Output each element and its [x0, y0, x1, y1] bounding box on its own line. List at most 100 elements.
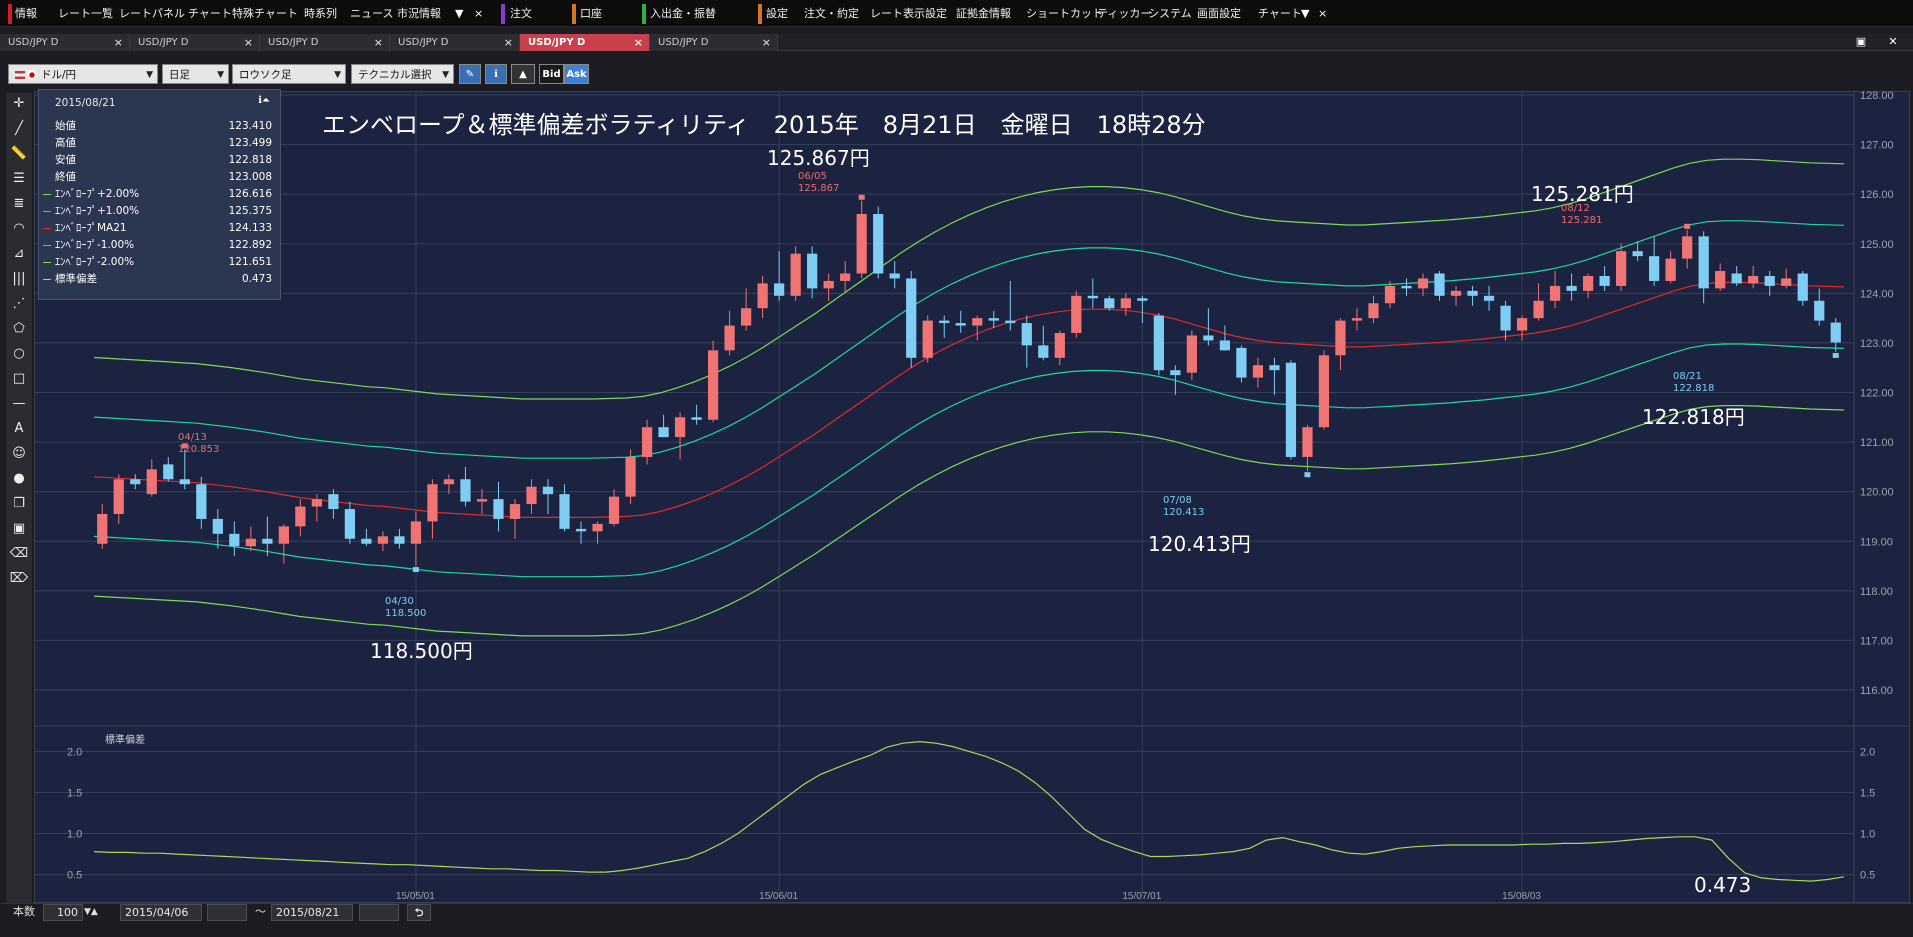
candle-body	[889, 273, 900, 279]
candle-body	[146, 469, 157, 495]
crosshair-icon[interactable]: ✛	[8, 93, 30, 115]
y-tick-label: 120.00	[1860, 487, 1894, 499]
high-marker-0605	[858, 194, 865, 200]
menu-chart-2[interactable]: チャート	[1258, 5, 1302, 23]
last-annotation-0821: 122.818円	[1642, 405, 1745, 429]
fan-icon[interactable]: ◠	[8, 218, 30, 240]
menu-order[interactable]: 注文	[510, 5, 532, 23]
tab-close-icon[interactable]: ×	[634, 34, 643, 51]
vertical-lines-icon[interactable]: |||	[8, 268, 30, 290]
pitchfork-icon[interactable]: ⋰	[8, 293, 30, 315]
menu-ticker[interactable]: ティッカー	[1097, 5, 1151, 23]
menu-margin-info[interactable]: 証拠金情報	[956, 5, 1011, 23]
menu-special-chart[interactable]: 特殊チャート	[232, 5, 298, 23]
menu-market-info[interactable]: 市況情報	[397, 5, 441, 23]
count-stepper-icon[interactable]: ▼▲	[84, 903, 98, 921]
menu-close-icon-2[interactable]: ×	[1318, 5, 1327, 23]
tab-usdjpy-5-active[interactable]: USD/JPY D ×	[520, 34, 650, 51]
bomb-icon[interactable]: ●	[8, 468, 30, 490]
drawing-tools: ✛ ╱ 📏 ☰ ≣ ◠ ⊿ ||| ⋰ ⬠ ○ □ — A ☺ ● ❐ ▣ ⌫ …	[6, 93, 32, 903]
line-icon[interactable]: —	[8, 393, 30, 415]
tab-usdjpy-6[interactable]: USD/JPY D ×	[650, 34, 778, 51]
end-time-field[interactable]	[359, 904, 399, 921]
candle-body	[1186, 335, 1197, 373]
candle-body	[873, 214, 884, 274]
menu-settings[interactable]: 設定	[766, 5, 788, 23]
count-input[interactable]: 100	[43, 904, 83, 921]
menu-chart[interactable]: チャート	[188, 5, 232, 23]
candle-body	[361, 538, 372, 544]
candle-body	[1368, 303, 1379, 319]
pen-icon[interactable]: ✎	[459, 64, 481, 84]
trendline-icon[interactable]: ╱	[8, 118, 30, 140]
chart-style-select[interactable]: ロウソク足 ▼	[232, 64, 346, 84]
info-panel-icons[interactable]: ℹ⏶	[258, 95, 270, 106]
menu-rate-list[interactable]: レート一覧	[58, 5, 113, 23]
candle-body	[1417, 278, 1429, 289]
technical-select[interactable]: テクニカル選択 ▼	[351, 64, 454, 84]
candle-body	[592, 523, 603, 532]
tab-usdjpy-2[interactable]: USD/JPY D ×	[130, 34, 260, 51]
info-row: 終値 123.008	[39, 169, 282, 186]
tab-close-icon[interactable]: ×	[762, 34, 771, 51]
window-close-icon[interactable]: ✕	[1884, 35, 1902, 49]
mountain-chart-icon[interactable]: ▲	[511, 64, 535, 84]
x-tick-label: 15/06/01	[759, 891, 798, 902]
tab-close-icon[interactable]: ×	[504, 34, 513, 51]
menu-order-fill[interactable]: 注文・約定	[804, 5, 859, 23]
text-icon[interactable]: A	[8, 418, 30, 440]
return-icon[interactable]: ⮌	[407, 904, 431, 921]
copy-icon[interactable]: ❐	[8, 493, 30, 515]
candles	[97, 200, 1841, 567]
eraser-all-icon[interactable]: ⌦	[8, 568, 30, 590]
maximize-icon[interactable]: ▣	[1852, 35, 1870, 49]
ruler-icon[interactable]: 📏	[8, 143, 30, 165]
tab-close-icon[interactable]: ×	[114, 34, 123, 51]
menu-info[interactable]: 情報	[15, 5, 37, 23]
info-icon[interactable]: ℹ	[485, 64, 507, 84]
high-annotation-0605: 125.867円	[767, 146, 870, 170]
paste-icon[interactable]: ▣	[8, 518, 30, 540]
bid-button[interactable]: Bid	[539, 64, 564, 84]
tab-close-icon[interactable]: ×	[374, 34, 383, 51]
gann-icon[interactable]: ⊿	[8, 243, 30, 265]
pentagon-icon[interactable]: ⬠	[8, 318, 30, 340]
info-row: ｴﾝﾍﾞﾛｰﾌﾟMA21 124.133	[39, 220, 282, 237]
menu-shortcut[interactable]: ショートカット	[1026, 5, 1103, 23]
currency-pair-select[interactable]: ドル/円 ▼	[8, 64, 158, 84]
menu-screen-settings[interactable]: 画面設定	[1197, 5, 1241, 23]
timeframe-select[interactable]: 日足 ▼	[162, 64, 229, 84]
channel-icon[interactable]: ≣	[8, 193, 30, 215]
envelope-ma21	[93, 281, 1845, 518]
sub-y-tick-right: 1.0	[1860, 829, 1875, 841]
menu-system[interactable]: システム	[1148, 5, 1192, 23]
menu-rate-panel[interactable]: レートパネル	[119, 5, 185, 23]
menu-account[interactable]: 口座	[580, 5, 602, 23]
y-axis: 116.00 117.00 118.00 119.00 120.00 121.00 122.…	[1860, 91, 1894, 697]
menu-close-icon[interactable]: ×	[474, 5, 483, 23]
tab-usdjpy-4[interactable]: USD/JPY D ×	[390, 34, 520, 51]
ask-button[interactable]: Ask	[564, 64, 589, 84]
tab-usdjpy-3[interactable]: USD/JPY D ×	[260, 34, 390, 51]
candle-body	[526, 486, 537, 505]
rectangle-icon[interactable]: □	[8, 368, 30, 390]
start-time-field[interactable]	[207, 904, 247, 921]
menu-rate-display[interactable]: レート表示設定	[870, 5, 947, 23]
menu-time-series[interactable]: 時系列	[304, 5, 337, 23]
candle-body	[1483, 295, 1495, 301]
emoji-icon[interactable]: ☺	[8, 443, 30, 465]
candle-body	[1318, 355, 1330, 428]
horizontal-lines-icon[interactable]: ☰	[8, 168, 30, 190]
tab-usdjpy-1[interactable]: USD/JPY D ×	[0, 34, 130, 51]
candle-body	[1665, 258, 1676, 281]
start-date-field[interactable]: 2015/04/06	[120, 904, 202, 921]
menu-overflow-icon-2[interactable]: ▼	[1301, 5, 1309, 23]
candle-body	[328, 494, 339, 510]
menu-news[interactable]: ニュース	[350, 5, 393, 23]
menu-overflow-icon[interactable]: ▼	[455, 5, 463, 23]
circle-icon[interactable]: ○	[8, 343, 30, 365]
eraser-icon[interactable]: ⌫	[8, 543, 30, 565]
end-date-field[interactable]: 2015/08/21	[271, 904, 353, 921]
menu-deposit[interactable]: 入出金・振替	[650, 5, 716, 23]
tab-close-icon[interactable]: ×	[244, 34, 253, 51]
